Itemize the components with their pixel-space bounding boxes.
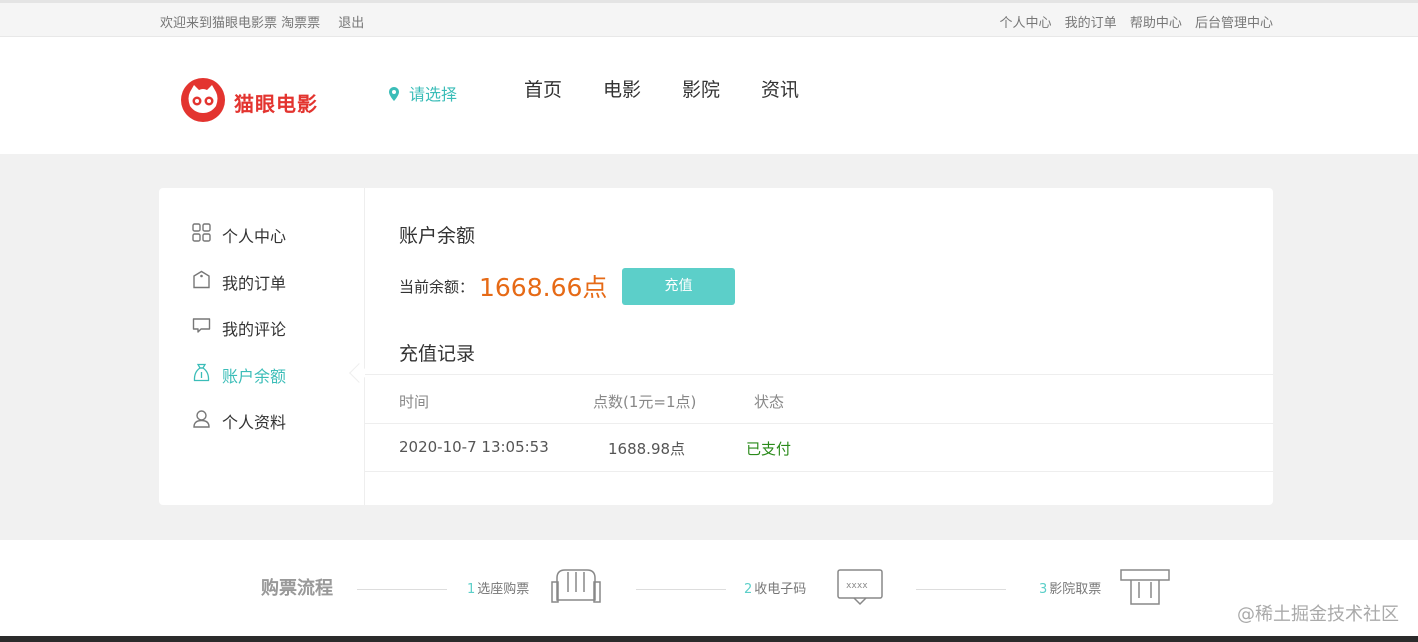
process-title: 购票流程	[261, 578, 333, 599]
balance-title: 账户余额	[399, 225, 476, 247]
watermark: @稀土掘金技术社区	[1237, 604, 1399, 625]
logo[interactable]: 猫眼电影	[181, 78, 331, 122]
step-number: 3	[1039, 582, 1048, 597]
top-link-my-orders[interactable]: 我的订单	[1065, 16, 1117, 31]
account-card: 个人中心 我的订单 我的评论 账户余额 个人资料 账户余额 当前余额： 1668…	[159, 188, 1273, 505]
svg-text:xxxx: xxxx	[846, 581, 868, 591]
process-divider	[916, 589, 1006, 590]
top-bar-right: 个人中心 我的订单 帮助中心 后台管理中心	[991, 12, 1273, 31]
location-pin-icon	[389, 87, 399, 101]
column-header-time: 时间	[399, 393, 430, 411]
order-tag-icon	[193, 270, 210, 289]
bottom-bar	[0, 636, 1418, 642]
welcome-text: 欢迎来到猫眼电影票 淘票票	[160, 16, 321, 31]
top-bar-left: 欢迎来到猫眼电影票 淘票票 退出	[160, 12, 374, 31]
process-divider	[636, 589, 726, 590]
step-number: 2	[744, 582, 753, 597]
recharge-records-title: 充值记录	[399, 343, 476, 365]
process-step-1: 1 选座购票	[467, 578, 529, 597]
column-header-status: 状态	[754, 393, 785, 411]
process-step-2: 2 收电子码	[744, 578, 806, 597]
city-label: 请选择	[409, 85, 458, 104]
e-code-ticket-icon: xxxx	[837, 569, 883, 606]
user-icon	[193, 410, 210, 428]
ticket-machine-icon	[1120, 569, 1170, 605]
nav-cinemas[interactable]: 影院	[682, 75, 720, 102]
step-label: 影院取票	[1049, 582, 1102, 597]
top-bar: 欢迎来到猫眼电影票 淘票票 退出 个人中心 我的订单 帮助中心 后台管理中心	[0, 0, 1418, 37]
step-label: 选座购票	[477, 582, 530, 597]
sidebar-item-label: 我的评论	[222, 320, 287, 339]
logout-link[interactable]: 退出	[338, 16, 364, 31]
header: 猫眼电影 请选择 首页 电影 影院 资讯	[0, 37, 1418, 154]
sidebar-item-label: 账户余额	[222, 367, 287, 386]
nav-home[interactable]: 首页	[524, 75, 562, 102]
recharge-button[interactable]: 充值	[622, 268, 735, 305]
seat-icon	[551, 569, 601, 603]
step-number: 1	[467, 582, 476, 597]
sidebar: 个人中心 我的订单 我的评论 账户余额 个人资料	[159, 188, 369, 505]
logo-text: 猫眼电影	[234, 92, 318, 116]
record-time: 2020-10-7 13:05:53	[399, 438, 549, 456]
top-link-admin[interactable]: 后台管理中心	[1195, 16, 1273, 31]
record-points: 1688.98点	[608, 440, 686, 458]
records-table-header: 时间 点数(1元=1点) 状态	[365, 374, 1273, 424]
wallet-icon	[193, 363, 210, 382]
cat-eye-logo-icon	[181, 78, 225, 122]
column-header-points: 点数(1元=1点)	[593, 393, 697, 411]
comment-icon	[192, 318, 211, 333]
balance-label: 当前余额：	[399, 278, 475, 296]
table-row: 2020-10-7 13:05:53 1688.98点 已支付	[365, 424, 1273, 472]
sidebar-item-label: 个人中心	[222, 227, 287, 246]
sidebar-item-label: 个人资料	[222, 413, 287, 432]
purchase-process: 购票流程 1 选座购票 2 收电子码 xxxx 3 影院取票 @稀土掘金技术社区	[0, 540, 1418, 636]
record-status: 已支付	[746, 440, 792, 458]
process-step-3: 3 影院取票	[1039, 578, 1101, 597]
process-divider	[357, 589, 447, 590]
top-link-help[interactable]: 帮助中心	[1130, 16, 1182, 31]
nav-movies[interactable]: 电影	[603, 75, 641, 102]
nav-news[interactable]: 资讯	[761, 75, 799, 102]
main-nav: 首页 电影 影院 资讯	[524, 75, 840, 102]
city-selector[interactable]: 请选择	[389, 81, 457, 105]
sidebar-item-label: 我的订单	[222, 274, 287, 293]
balance-value: 1668.66点	[479, 273, 608, 302]
top-link-user-center[interactable]: 个人中心	[1000, 16, 1052, 31]
grid-icon	[192, 223, 211, 242]
balance-content: 账户余额 当前余额： 1668.66点 充值 充值记录 时间 点数(1元=1点)…	[365, 188, 1273, 505]
step-label: 收电子码	[754, 582, 807, 597]
